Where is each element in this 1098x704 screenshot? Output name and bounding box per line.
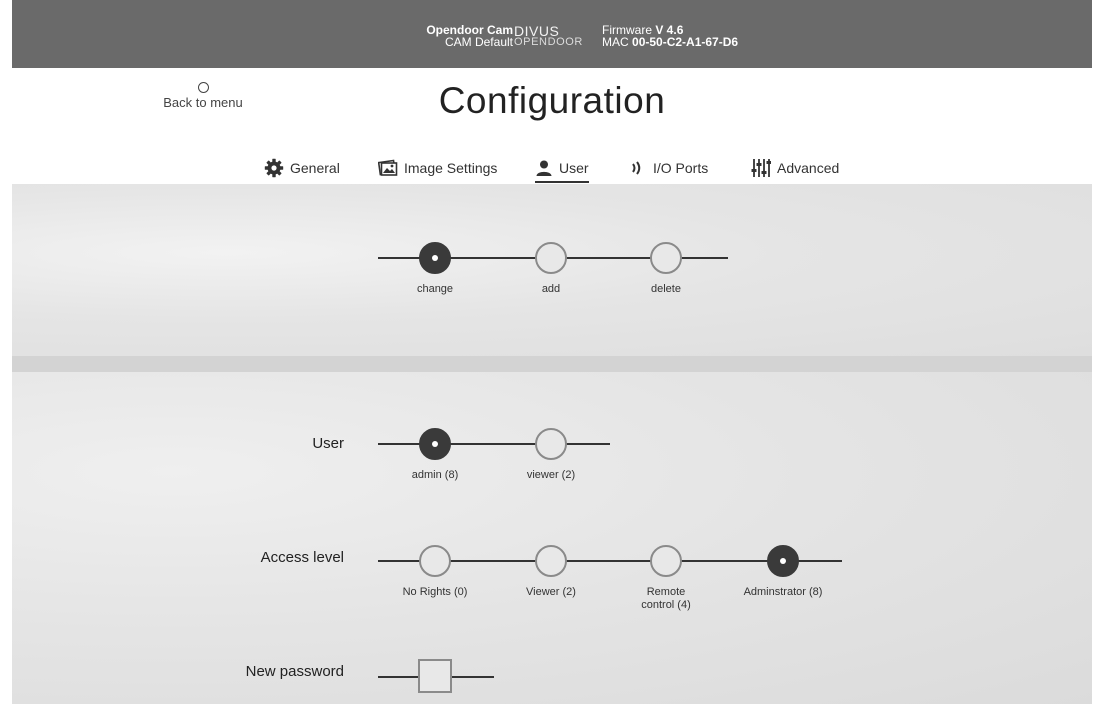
- signal-icon: [632, 161, 641, 175]
- tab-image-settings[interactable]: Image Settings: [378, 156, 497, 180]
- user-track: [378, 443, 610, 445]
- mode-option-change[interactable]: [419, 242, 451, 274]
- mac-address: 00-50-C2-A1-67-D6: [632, 35, 739, 49]
- access-label-no-rights: No Rights (0): [402, 586, 468, 598]
- config-tabs: General Image Settings User I/O Ports Ad…: [12, 156, 1092, 183]
- tab-user-label: User: [559, 160, 589, 176]
- mode-option-add[interactable]: [535, 242, 567, 274]
- tab-io-ports[interactable]: I/O Ports: [629, 156, 708, 180]
- logo-line-2: OPENDOOR: [514, 36, 583, 48]
- user-label-viewer: viewer (2): [526, 469, 576, 481]
- firmware-info: Firmware V 4.6 MAC 00-50-C2-A1-67-D6: [602, 24, 738, 48]
- access-level-row-label: Access level: [260, 549, 344, 566]
- mode-label-change: change: [416, 283, 454, 295]
- image-icon: [378, 159, 398, 176]
- access-option-remote-control[interactable]: [650, 545, 682, 577]
- mac-label: MAC: [602, 35, 629, 49]
- mode-label-add: add: [541, 283, 561, 295]
- tab-image-settings-label: Image Settings: [404, 160, 498, 176]
- divus-opendoor-logo: DIVUS OPENDOOR: [514, 24, 583, 48]
- tab-general-label: General: [290, 160, 340, 176]
- access-label-remote-control: Remote control (4): [641, 586, 691, 611]
- access-label-administrator: Adminstrator (8): [743, 586, 823, 598]
- sliders-icon: [751, 159, 771, 177]
- cam-label: CAM Default: [444, 35, 513, 49]
- user-label-admin: admin (8): [411, 469, 459, 481]
- tab-general[interactable]: General: [264, 156, 340, 180]
- device-identity: Opendoor Cam CAM Default: [426, 24, 513, 48]
- device-info-bar: Opendoor Cam CAM Default DIVUS OPENDOOR …: [12, 0, 1092, 68]
- new-password-row-label: New password: [245, 663, 344, 680]
- user-form-panel: User admin (8) viewer (2) Access level N…: [12, 372, 1092, 704]
- mode-panel: change add delete: [12, 184, 1092, 356]
- new-password-field[interactable]: [418, 659, 452, 693]
- tab-user[interactable]: User: [535, 156, 589, 183]
- user-row-label: User: [312, 435, 344, 452]
- gear-icon: [264, 158, 284, 178]
- user-icon: [536, 160, 552, 176]
- tab-advanced-label: Advanced: [777, 160, 840, 176]
- access-option-no-rights[interactable]: [419, 545, 451, 577]
- mode-option-delete[interactable]: [650, 242, 682, 274]
- access-option-administrator[interactable]: [767, 545, 799, 577]
- user-option-admin[interactable]: [419, 428, 451, 460]
- page-header: Back to menu Configuration General Image…: [12, 68, 1092, 184]
- mode-label-delete: delete: [651, 283, 681, 295]
- access-label-viewer: Viewer (2): [526, 586, 576, 598]
- user-option-viewer[interactable]: [535, 428, 567, 460]
- section-divider: [12, 356, 1092, 372]
- tab-advanced[interactable]: Advanced: [751, 156, 839, 180]
- page-title: Configuration: [438, 80, 666, 121]
- tab-io-ports-label: I/O Ports: [653, 160, 709, 176]
- access-option-viewer[interactable]: [535, 545, 567, 577]
